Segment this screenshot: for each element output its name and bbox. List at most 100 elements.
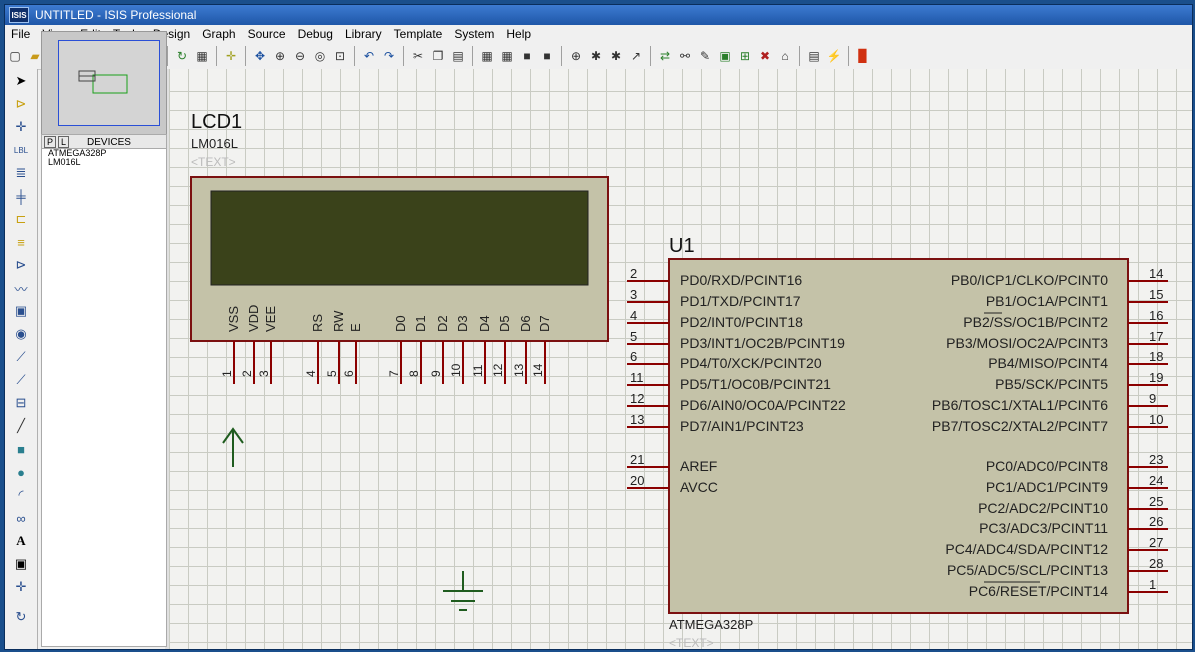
rotate-clockwise-icon[interactable]: ↻	[9, 606, 33, 628]
zoom-in-icon[interactable]: ⊕	[271, 47, 289, 65]
remove-sheet-icon[interactable]: ✖	[756, 47, 774, 65]
mcu-right-pin-number: 25	[1149, 494, 1163, 509]
mcu-right-pin-number: 26	[1149, 514, 1163, 529]
lcd-pin-number: 1	[220, 370, 234, 377]
mode-toolbar: ➤ ⊳ ✛ LBL ≣ ╪ ⊏ ≡ ⊳ 〰 ▣ ◉ ⟋ ⟋ ⊟ ╱ ■ ● ◜ …	[5, 69, 38, 649]
mcu-right-pin-label: PB1/OC1A/PCINT1	[986, 293, 1108, 309]
menu-help[interactable]: Help	[500, 27, 537, 41]
cut-icon[interactable]: ✂	[409, 47, 427, 65]
block-rotate-icon[interactable]: ■	[518, 47, 536, 65]
terminals-icon[interactable]: ≡	[9, 231, 33, 253]
origin-icon[interactable]: ✛	[222, 47, 240, 65]
bill-of-materials-icon[interactable]: ▤	[805, 47, 823, 65]
mcu-left-pin-number: 4	[630, 308, 637, 323]
lcd-pin-label: D6	[518, 315, 533, 332]
grid-icon[interactable]: ▦	[193, 47, 211, 65]
pan-icon[interactable]: ✥	[251, 47, 269, 65]
canvas-top-edge	[169, 69, 1192, 91]
new-sheet-icon[interactable]: ▣	[716, 47, 734, 65]
generator-icon[interactable]: ◉	[9, 323, 33, 345]
make-device-icon[interactable]: ✱	[587, 47, 605, 65]
lcd-pin-label: D7	[537, 315, 552, 332]
box-tool-icon[interactable]: ■	[9, 438, 33, 460]
devices-label: DEVICES	[87, 136, 131, 148]
buses-icon[interactable]: ╪	[9, 185, 33, 207]
zoom-all-icon[interactable]: ◎	[311, 47, 329, 65]
lcd-pin-label: VSS	[226, 306, 241, 332]
decompose-icon[interactable]: ↗	[627, 47, 645, 65]
wire-autorouter-icon[interactable]: ⇄	[656, 47, 674, 65]
toolbar-separator	[245, 46, 246, 66]
block-move-icon[interactable]: ▦	[498, 47, 516, 65]
goto-sheet-icon[interactable]: ⌂	[776, 47, 794, 65]
lcd-pin-number: 8	[407, 370, 421, 377]
symbol-tool-icon[interactable]: ▣	[9, 553, 33, 575]
library-manager-button[interactable]: L	[58, 136, 70, 148]
mcu-left-pin-number: 13	[630, 412, 644, 427]
block-delete-icon[interactable]: ■	[538, 47, 556, 65]
menu-system[interactable]: System	[448, 27, 500, 41]
toolbar-separator	[799, 46, 800, 66]
tape-recorder-icon[interactable]: ▣	[9, 300, 33, 322]
netlist-to-ares-icon[interactable]: ▉	[854, 47, 872, 65]
schematic-canvas[interactable]: LCD1 LM016L <TEXT> VSS 1 VDD 2 VEE 3 RS 4 RW 5 E 6 D0 7 D…	[169, 91, 1192, 649]
copy-icon[interactable]: ❐	[429, 47, 447, 65]
overview-frame	[58, 40, 160, 126]
menu-file[interactable]: File	[5, 27, 36, 41]
lcd-screen	[210, 190, 589, 286]
graph-mode-icon[interactable]: 〰	[9, 277, 33, 299]
window-title: UNTITLED - ISIS Professional	[35, 8, 197, 22]
virtual-instruments-icon[interactable]: ⊟	[9, 392, 33, 414]
zoom-area-icon[interactable]: ⊡	[331, 47, 349, 65]
mcu-left-pin-label: PD2/INT0/PCINT18	[680, 314, 803, 330]
voltage-probe-icon[interactable]: ⟋	[9, 346, 33, 368]
new-file-icon[interactable]: ▢	[6, 47, 24, 65]
undo-icon[interactable]: ↶	[360, 47, 378, 65]
block-copy-icon[interactable]: ▦	[478, 47, 496, 65]
marker-tool-icon[interactable]: ✛	[9, 576, 33, 598]
overview-window[interactable]	[41, 31, 167, 137]
lcd-reference: LCD1	[191, 111, 242, 133]
text-script-icon[interactable]: ≣	[9, 162, 33, 184]
mcu-right-pin-number: 27	[1149, 535, 1163, 550]
property-tool-icon[interactable]: ✎	[696, 47, 714, 65]
device-pins-icon[interactable]: ⊳	[9, 254, 33, 276]
mcu-left-pin-number: 21	[630, 452, 644, 467]
junction-dot-icon[interactable]: ✛	[9, 116, 33, 138]
mcu-right-pin-label: PB7/TOSC2/XTAL2/PCINT7	[932, 418, 1108, 434]
package-tool-icon[interactable]: ✱	[607, 47, 625, 65]
current-probe-icon[interactable]: ⟋	[9, 369, 33, 391]
device-list-item[interactable]: LM016L	[42, 158, 166, 167]
erc-icon[interactable]: ⚡	[825, 47, 843, 65]
pick-device-icon[interactable]: ⊕	[567, 47, 585, 65]
zoom-out-icon[interactable]: ⊖	[291, 47, 309, 65]
menu-source[interactable]: Source	[242, 27, 292, 41]
menu-library[interactable]: Library	[339, 27, 388, 41]
paste-icon[interactable]: ▤	[449, 47, 467, 65]
menu-template[interactable]: Template	[388, 27, 449, 41]
line-tool-icon[interactable]: ╱	[9, 415, 33, 437]
circle-tool-icon[interactable]: ●	[9, 461, 33, 483]
redo-icon[interactable]: ↷	[380, 47, 398, 65]
lcd-pin-label: VEE	[263, 306, 278, 332]
arc-tool-icon[interactable]: ◜	[9, 484, 33, 506]
search-tag-icon[interactable]: ⚯	[676, 47, 694, 65]
wire-label-icon[interactable]: LBL	[9, 139, 33, 161]
mcu-left-pin-label: PD3/INT1/OC2B/PCINT19	[680, 335, 845, 351]
selection-mode-icon[interactable]: ➤	[9, 70, 33, 92]
lcd-pin-number: 11	[471, 364, 485, 377]
component-mode-icon[interactable]: ⊳	[9, 93, 33, 115]
path-tool-icon[interactable]: ∞	[9, 507, 33, 529]
mcu-left-pin-number: 3	[630, 287, 637, 302]
refresh-icon[interactable]: ↻	[173, 47, 191, 65]
menu-debug[interactable]: Debug	[292, 27, 339, 41]
menu-graph[interactable]: Graph	[196, 27, 241, 41]
mcu-left-pin-number: 12	[630, 391, 644, 406]
pick-device-button[interactable]: P	[44, 136, 57, 148]
subcircuit-icon[interactable]: ⊏	[9, 208, 33, 230]
text-tool-icon[interactable]: A	[9, 530, 33, 552]
mcu-right-pin-number: 23	[1149, 452, 1163, 467]
lcd-pin-label: D5	[497, 315, 512, 332]
mcu-right-pin-number: 1	[1149, 577, 1156, 592]
add-sheet-icon[interactable]: ⊞	[736, 47, 754, 65]
